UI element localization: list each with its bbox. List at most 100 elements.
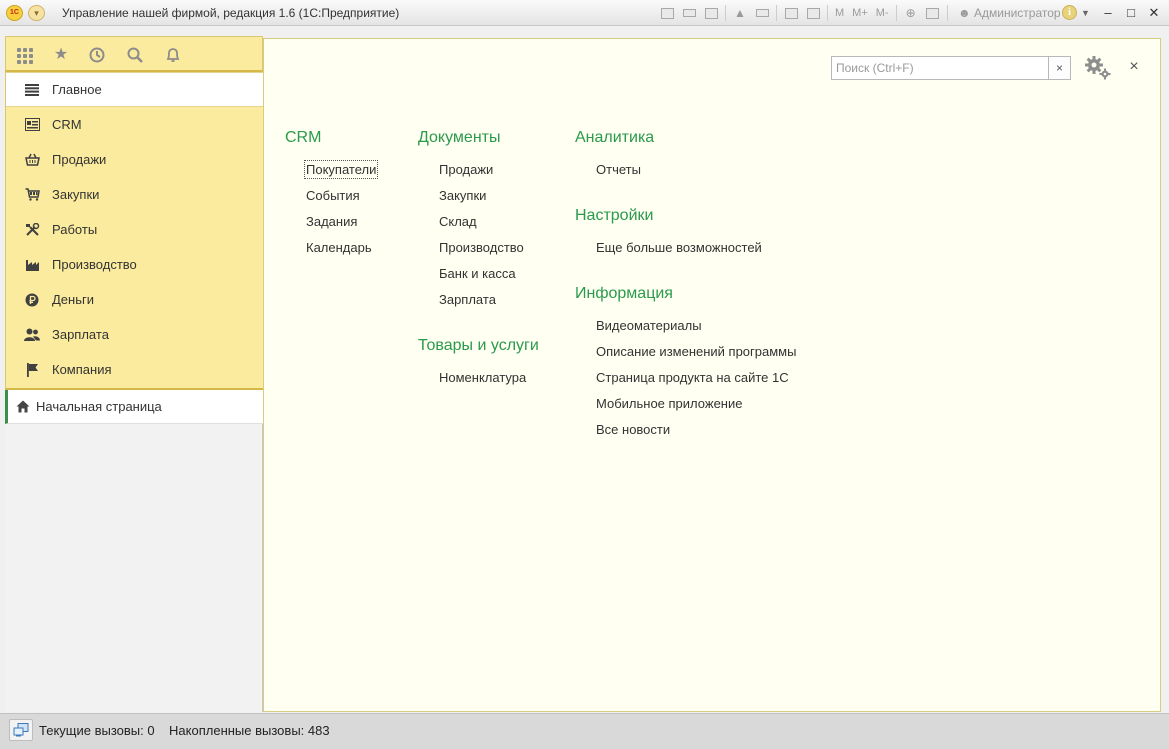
group-title-documents: Документы bbox=[418, 129, 501, 146]
link-events[interactable]: События bbox=[306, 188, 360, 203]
layout-icon[interactable] bbox=[922, 4, 944, 22]
section-item-main[interactable]: Главное bbox=[6, 72, 263, 107]
link-nomenclature[interactable]: Номенклатура bbox=[439, 370, 526, 385]
search-input[interactable]: Поиск (Ctrl+F) bbox=[831, 56, 1049, 80]
status-bar: Текущие вызовы: 0 Накопленные вызовы: 48… bbox=[0, 713, 1169, 749]
history-icon[interactable] bbox=[87, 46, 107, 64]
memory-plus-button[interactable]: M+ bbox=[848, 7, 872, 19]
close-page-button[interactable]: × bbox=[1125, 57, 1143, 77]
open-tab-start-page[interactable]: Начальная страница bbox=[5, 390, 263, 424]
toolbar-divider bbox=[946, 5, 948, 21]
cart-icon bbox=[22, 188, 42, 201]
ruble-coin-icon bbox=[22, 293, 42, 307]
link-mobile-app[interactable]: Мобильное приложение bbox=[596, 396, 742, 411]
calendar-icon[interactable] bbox=[802, 4, 824, 22]
factory-icon bbox=[22, 258, 42, 271]
section-item-money[interactable]: Деньги bbox=[6, 282, 263, 317]
section-label: Компания bbox=[52, 362, 112, 377]
section-label: Деньги bbox=[52, 292, 94, 307]
section-item-purchases[interactable]: Закупки bbox=[6, 177, 263, 212]
link-reports[interactable]: Отчеты bbox=[596, 162, 641, 177]
title-toolbar: ▲ M M+ M- ⊕ bbox=[656, 4, 951, 22]
section-label: CRM bbox=[52, 117, 82, 132]
sidebar-toolbar: ★ bbox=[5, 36, 263, 72]
section-item-works[interactable]: Работы bbox=[6, 212, 263, 247]
group-title-goods-services: Товары и услуги bbox=[418, 337, 539, 354]
link-more-features[interactable]: Еще больше возможностей bbox=[596, 240, 762, 255]
section-label: Зарплата bbox=[52, 327, 109, 342]
maximize-button[interactable]: □ bbox=[1120, 4, 1142, 22]
link-doc-purchases[interactable]: Закупки bbox=[439, 188, 486, 203]
current-calls: Текущие вызовы: 0 bbox=[39, 723, 155, 738]
section-label: Продажи bbox=[52, 152, 107, 167]
section-label: Работы bbox=[52, 222, 98, 237]
home-icon bbox=[16, 400, 30, 413]
user-button[interactable]: ☻ Администратор bbox=[958, 6, 1061, 20]
link-doc-salary[interactable]: Зарплата bbox=[439, 292, 496, 307]
group-title-analytics: Аналитика bbox=[575, 129, 655, 146]
link-changelog[interactable]: Описание изменений программы bbox=[596, 344, 796, 359]
bell-icon[interactable] bbox=[163, 46, 183, 64]
print-icon[interactable] bbox=[678, 4, 700, 22]
group-title-crm: CRM bbox=[285, 129, 322, 146]
app-logo-icon: 1С bbox=[6, 5, 23, 21]
section-label: Закупки bbox=[52, 187, 100, 202]
save-icon[interactable] bbox=[656, 4, 678, 22]
close-window-button[interactable]: ✕ bbox=[1143, 4, 1165, 22]
group-title-settings: Настройки bbox=[575, 207, 654, 224]
title-bar: 1С ▾ Управление нашей фирмой, редакция 1… bbox=[0, 0, 1169, 26]
sections-panel: Главное CRM Продажи Закупки Работы Произ… bbox=[5, 72, 263, 390]
toolbar-divider bbox=[895, 5, 897, 21]
group-title-information: Информация bbox=[575, 285, 673, 302]
main-content: Поиск (Ctrl+F) × × CRM Покупатели Событи… bbox=[263, 38, 1161, 712]
link-tasks[interactable]: Задания bbox=[306, 214, 357, 229]
window-title: Управление нашей фирмой, редакция 1.6 (1… bbox=[62, 6, 400, 20]
memory-button[interactable]: M bbox=[831, 7, 848, 19]
main-menu-button[interactable]: ▾ bbox=[28, 5, 45, 21]
apps-grid-icon[interactable] bbox=[15, 46, 35, 64]
toolbar-divider bbox=[725, 5, 726, 21]
link-doc-warehouse[interactable]: Склад bbox=[439, 214, 477, 229]
status-text: Текущие вызовы: 0 Накопленные вызовы: 48… bbox=[39, 723, 330, 738]
preview-icon[interactable] bbox=[700, 4, 722, 22]
minimize-button[interactable]: – bbox=[1097, 4, 1119, 22]
tools-icon bbox=[22, 222, 42, 237]
section-item-salary[interactable]: Зарплата bbox=[6, 317, 263, 352]
search-icon[interactable] bbox=[125, 46, 145, 64]
section-item-production[interactable]: Производство bbox=[6, 247, 263, 282]
memory-minus-button[interactable]: M- bbox=[872, 7, 893, 19]
link-customers[interactable]: Покупатели bbox=[303, 160, 379, 179]
link-videos[interactable]: Видеоматериалы bbox=[596, 318, 702, 333]
section-label: Главное bbox=[52, 82, 102, 97]
link-doc-sales[interactable]: Продажи bbox=[439, 162, 493, 177]
link-doc-production[interactable]: Производство bbox=[439, 240, 524, 255]
open-tab-label: Начальная страница bbox=[36, 399, 162, 414]
section-item-sales[interactable]: Продажи bbox=[6, 142, 263, 177]
server-calls-icon[interactable] bbox=[9, 719, 33, 741]
zoom-icon[interactable]: ⊕ bbox=[900, 4, 922, 22]
section-item-company[interactable]: Компания bbox=[6, 352, 263, 387]
user-icon: ☻ bbox=[958, 6, 971, 20]
upload-icon[interactable]: ▲ bbox=[729, 4, 751, 22]
crm-card-icon bbox=[22, 118, 42, 131]
link-product-page[interactable]: Страница продукта на сайте 1С bbox=[596, 370, 789, 385]
link-calendar[interactable]: Календарь bbox=[306, 240, 372, 255]
basket-icon bbox=[22, 153, 42, 166]
chevron-down-icon[interactable]: ▼ bbox=[1081, 8, 1090, 18]
calculator-icon[interactable] bbox=[780, 4, 802, 22]
gear-icon[interactable] bbox=[1083, 55, 1113, 81]
mail-icon[interactable] bbox=[751, 4, 773, 22]
section-item-crm[interactable]: CRM bbox=[6, 107, 263, 142]
toolbar-divider bbox=[827, 5, 828, 21]
link-doc-bank-cash[interactable]: Банк и касса bbox=[439, 266, 516, 281]
user-name: Администратор bbox=[973, 6, 1061, 20]
toolbar-divider bbox=[776, 5, 777, 21]
link-all-news[interactable]: Все новости bbox=[596, 422, 670, 437]
info-icon[interactable]: i bbox=[1062, 5, 1077, 20]
favorites-star-icon[interactable]: ★ bbox=[51, 46, 71, 64]
menu-lines-icon bbox=[22, 83, 42, 96]
accumulated-calls: Накопленные вызовы: 483 bbox=[169, 723, 330, 738]
sidebar: ★ Главное CRM Продажи Закупки Работы Про… bbox=[5, 36, 263, 712]
section-label: Производство bbox=[52, 257, 137, 272]
search-clear-button[interactable]: × bbox=[1049, 56, 1071, 80]
